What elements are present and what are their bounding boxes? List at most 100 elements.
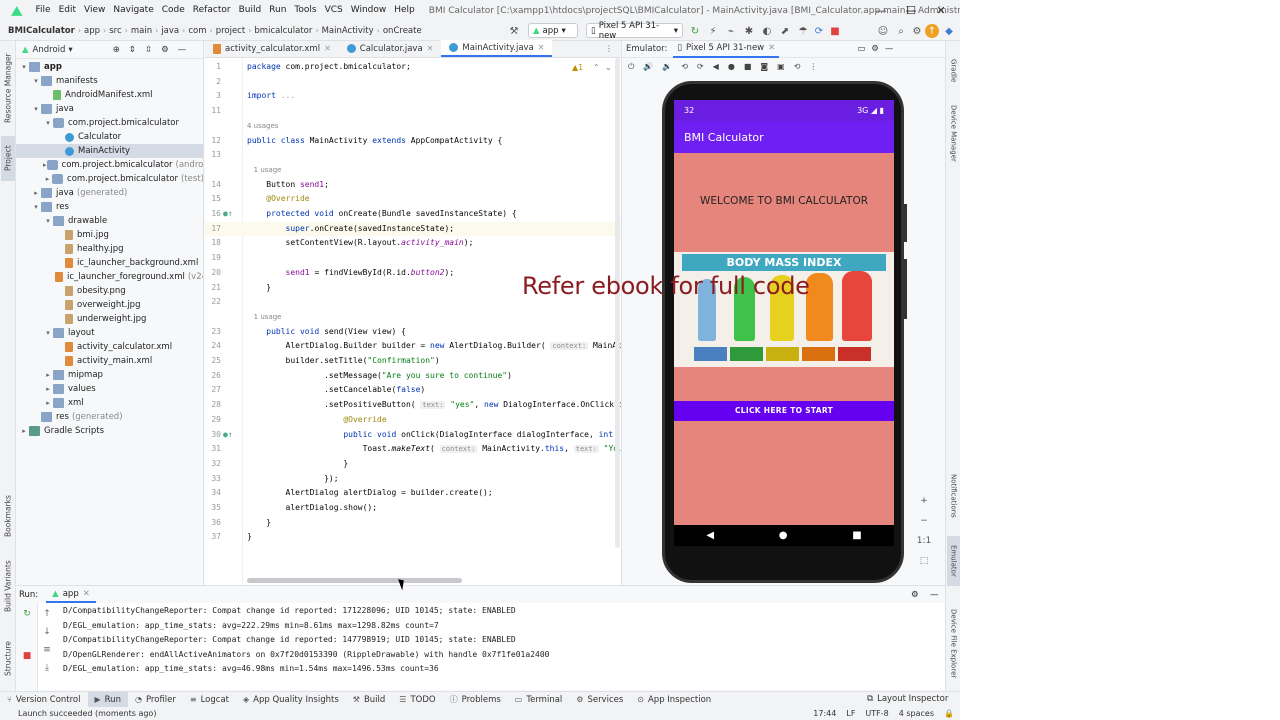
tool-tab-app-quality-insights[interactable]: ◈ App Quality Insights [236, 692, 346, 708]
tree-item[interactable]: ▸ mipmap [16, 368, 203, 382]
scroll-up-icon[interactable]: ↑ [41, 609, 53, 621]
emulator-device-tab[interactable]: ▯ Pixel 5 API 31-new ✕ [673, 41, 780, 58]
usage-hint[interactable]: 4 usages [205, 119, 621, 133]
gear-icon[interactable]: ⚙ [161, 45, 169, 55]
chevron-up-icon[interactable]: ⌃ [593, 63, 600, 72]
volume-down-icon[interactable]: 🔉 [662, 62, 672, 71]
zoom-in-icon[interactable]: + [920, 496, 928, 506]
code-line[interactable]: 28 .setPositiveButton( text: "yes", new … [205, 398, 621, 412]
scroll-down-icon[interactable]: ↓ [41, 627, 53, 639]
vertical-scrollbar[interactable] [615, 58, 620, 548]
tree-item[interactable]: ic_launcher_background.xml [16, 256, 203, 270]
menu-vcs[interactable]: VCS [321, 0, 347, 21]
chevron-down-icon[interactable]: ▾ [31, 203, 41, 211]
tool-tab-run[interactable]: ▶ Run [87, 691, 128, 708]
editor-tab[interactable]: activity_calculator.xml ✕ [205, 40, 339, 57]
tree-item[interactable]: activity_calculator.xml [16, 340, 203, 354]
tree-item[interactable]: res (generated) [16, 410, 203, 424]
override-marker-icon[interactable]: ●↑ [223, 428, 233, 442]
more-icon[interactable]: ⋮ [809, 62, 817, 71]
tab-notifications[interactable]: Notifications [947, 466, 960, 526]
tree-item[interactable]: underweight.jpg [16, 312, 203, 326]
code-line[interactable]: 19 [205, 251, 621, 265]
menu-build[interactable]: Build [235, 0, 266, 21]
horizontal-scrollbar[interactable] [247, 578, 462, 583]
editor-tab[interactable]: Calculator.java ✕ [339, 40, 442, 57]
profile-icon[interactable]: ◐ [760, 24, 774, 38]
camera-icon[interactable]: ◙ [760, 62, 768, 71]
tab-menu-icon[interactable]: ⋮ [605, 44, 613, 53]
back-icon[interactable]: ◀ [706, 530, 714, 541]
breadcrumb-item[interactable]: java [158, 26, 182, 36]
apply-changes-icon[interactable]: ⚡ [706, 24, 720, 38]
expand-all-icon[interactable]: ⇕ [129, 45, 136, 55]
code-line[interactable]: 14 Button send1; [205, 178, 621, 192]
breadcrumb-item[interactable]: onCreate [380, 26, 425, 36]
code-line[interactable]: 11 [205, 104, 621, 118]
tree-item[interactable]: activity_main.xml [16, 354, 203, 368]
chevron-right-icon[interactable]: ▸ [43, 399, 53, 407]
tree-item[interactable]: bmi.jpg [16, 228, 203, 242]
tool-tab-build[interactable]: ⚒ Build [346, 692, 393, 708]
chevron-down-icon[interactable]: ▾ [43, 217, 53, 225]
maximize-button[interactable]: ☐ [896, 0, 926, 21]
back-icon[interactable]: ◀ [713, 62, 719, 71]
hide-panel-icon[interactable]: — [885, 44, 894, 54]
hide-panel-icon[interactable]: — [930, 590, 939, 600]
tab-gradle[interactable]: Gradle [947, 53, 960, 88]
gear-icon[interactable]: ⚙ [911, 590, 919, 600]
chevron-right-icon[interactable]: ▸ [31, 189, 41, 197]
code-line[interactable]: 24 AlertDialog.Builder builder = new Ale… [205, 339, 621, 353]
menu-refactor[interactable]: Refactor [189, 0, 235, 21]
tree-item[interactable]: overweight.jpg [16, 298, 203, 312]
sync-icon[interactable]: ⟳ [812, 24, 826, 38]
tool-tab-logcat[interactable]: ≡ Logcat [183, 692, 236, 708]
code-line[interactable]: 26 .setMessage("Are you sure to continue… [205, 369, 621, 383]
code-line[interactable]: 12 public class MainActivity extends AppC… [205, 134, 621, 148]
volume-up-icon[interactable]: 🔊 [643, 62, 653, 71]
code-line[interactable]: 32 } [205, 457, 621, 471]
tree-item[interactable]: ▸ Gradle Scripts [16, 424, 203, 438]
layout-icon[interactable]: ▭ [857, 44, 865, 54]
tab-build-variants[interactable]: Build Variants [1, 556, 15, 616]
tab-project[interactable]: Project [1, 136, 15, 181]
close-icon[interactable]: ✕ [427, 44, 434, 53]
tool-tab-version-control[interactable]: ⑂ Version Control [0, 692, 88, 708]
run-config-select[interactable]: ▲ app ▾ [528, 23, 578, 38]
code-line[interactable]: 2 [205, 75, 621, 89]
code-line[interactable]: 30 ●↑ public void onClick(DialogInterface… [205, 428, 621, 442]
tree-item[interactable]: ▾ java [16, 102, 203, 116]
menu-file[interactable]: File [32, 0, 55, 21]
code-line[interactable]: 37} [205, 530, 621, 544]
tool-tab-profiler[interactable]: ◔ Profiler [128, 692, 183, 708]
menu-tools[interactable]: Tools [290, 0, 320, 21]
overview-icon[interactable]: ■ [852, 530, 861, 541]
stop-icon[interactable]: ■ [828, 24, 842, 38]
tab-device-file-explorer[interactable]: Device File Explorer [947, 601, 960, 686]
code-line[interactable]: 25 builder.setTitle("Confirmation") [205, 354, 621, 368]
tool-tab-terminal[interactable]: ▭ Terminal [508, 692, 569, 708]
close-icon[interactable]: ✕ [538, 43, 545, 52]
code-line[interactable]: 34 AlertDialog alertDialog = builder.cre… [205, 486, 621, 500]
layout-inspector-tab[interactable]: ⧉ Layout Inspector [867, 694, 948, 704]
hide-panel-icon[interactable]: — [178, 45, 187, 55]
code-line[interactable]: 31 Toast.makeText( context: MainActivity… [205, 442, 621, 456]
tree-item[interactable]: AndroidManifest.xml [16, 88, 203, 102]
code-line[interactable]: 29 @Override [205, 413, 621, 427]
tree-item[interactable]: MainActivity [16, 144, 203, 158]
menu-edit[interactable]: Edit [55, 0, 80, 21]
code-line[interactable]: 1 package com.project.bmicalculator; [205, 60, 621, 74]
breadcrumb-item[interactable]: BMICalculator [0, 26, 78, 36]
tree-item[interactable]: ▸ com.project.bmicalculator(android [16, 158, 203, 172]
code-line[interactable]: 36 } [205, 516, 621, 530]
code-line[interactable]: 23 public void send(View view) { [205, 325, 621, 339]
indent-setting[interactable]: 4 spaces [899, 709, 934, 718]
power-icon[interactable]: ⏻ [628, 62, 634, 72]
user-icon[interactable]: ☺ [876, 24, 890, 38]
snapshot-icon[interactable]: ⟲ [794, 62, 801, 71]
chevron-right-icon[interactable]: ▸ [43, 371, 53, 379]
breadcrumb-item[interactable]: com [185, 26, 209, 36]
chevron-right-icon[interactable]: ▸ [43, 385, 53, 393]
chevron-right-icon[interactable]: ▸ [43, 175, 52, 183]
breadcrumb-item[interactable]: src [106, 26, 124, 36]
